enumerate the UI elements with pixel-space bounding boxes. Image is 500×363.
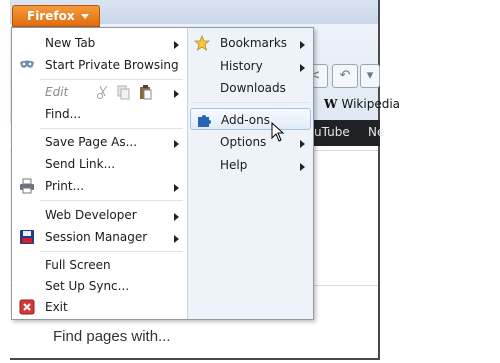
- menu-item-set-up-sync[interactable]: Set Up Sync...: [12, 275, 187, 297]
- menu-item-label: Find...: [45, 107, 82, 121]
- scissors-icon: [97, 85, 108, 99]
- menu-item-label: New Tab: [45, 36, 96, 50]
- submenu-arrow-icon: [174, 235, 179, 243]
- menu-item-find[interactable]: Find...: [12, 103, 187, 125]
- menu-item-label: Save Page As...: [45, 135, 138, 149]
- cursor-icon: [271, 121, 285, 146]
- menu-left-column: New Tab Start Private Browsing Edit Find…: [12, 28, 187, 319]
- menu-item-label: Options: [220, 135, 267, 149]
- next-tab[interactable]: Ne: [368, 125, 384, 139]
- menu-item-label: Downloads: [220, 81, 286, 95]
- mask-icon: [19, 57, 35, 73]
- youtube-tab[interactable]: uTube: [314, 125, 350, 139]
- menu-separator: [40, 200, 183, 201]
- menu-item-label: Set Up Sync...: [45, 279, 130, 293]
- submenu-arrow-icon: [300, 64, 305, 72]
- menu-item-add-ons[interactable]: Add-ons: [190, 108, 311, 130]
- submenu-arrow-icon: [174, 184, 179, 192]
- menu-right-column: Bookmarks History Downloads Add-ons Opti…: [187, 28, 313, 319]
- menu-separator: [40, 79, 183, 80]
- menu-item-label: Bookmarks: [220, 36, 288, 50]
- submenu-arrow-icon: [300, 41, 305, 49]
- menu-item-full-screen[interactable]: Full Screen: [12, 254, 187, 276]
- menu-item-print[interactable]: Print...: [12, 175, 187, 197]
- edit-tools-icons: [96, 84, 158, 104]
- dropdown-button[interactable]: ▾: [360, 64, 380, 88]
- menu-item-new-tab[interactable]: New Tab: [12, 32, 187, 54]
- menu-item-save-page[interactable]: Save Page As...: [12, 131, 187, 153]
- firefox-menu: New Tab Start Private Browsing Edit Find…: [11, 27, 314, 320]
- menu-item-label: Add-ons: [221, 113, 270, 127]
- menu-item-web-developer[interactable]: Web Developer: [12, 204, 187, 226]
- menu-item-bookmarks[interactable]: Bookmarks: [188, 32, 313, 54]
- menu-item-label: Start Private Browsing: [45, 58, 179, 72]
- submenu-arrow-icon: [174, 41, 179, 49]
- firefox-menu-button[interactable]: Firefox: [12, 5, 100, 27]
- menu-item-label: Help: [220, 158, 248, 172]
- dark-tab-strip: uTube Ne: [310, 120, 384, 146]
- submenu-arrow-icon: [174, 213, 179, 221]
- menu-item-help[interactable]: Help: [188, 154, 313, 176]
- wikipedia-icon: W: [324, 97, 338, 111]
- menu-item-send-link[interactable]: Send Link...: [12, 153, 187, 175]
- menu-item-label: Full Screen: [45, 258, 111, 272]
- menu-item-history[interactable]: History: [188, 55, 313, 77]
- puzzle-icon: [196, 112, 212, 128]
- undo-button[interactable]: ↶: [332, 64, 358, 88]
- submenu-arrow-icon: [300, 163, 305, 171]
- find-pages-text: Find pages with...: [53, 328, 171, 345]
- menu-item-label: Session Manager: [45, 230, 148, 244]
- menu-separator: [40, 251, 183, 252]
- firefox-button-label: Firefox: [27, 9, 75, 23]
- submenu-arrow-icon: [174, 140, 179, 148]
- dropdown-arrow-icon: [81, 14, 89, 19]
- submenu-arrow-icon: [174, 90, 179, 98]
- paste-icon: [140, 85, 152, 100]
- menu-item-downloads[interactable]: Downloads: [188, 77, 313, 99]
- menu-item-label: Exit: [45, 300, 68, 314]
- menu-item-edit[interactable]: Edit: [12, 81, 187, 103]
- wikipedia-bookmark[interactable]: W Wikipedia: [324, 97, 400, 111]
- menu-item-label: Send Link...: [45, 157, 116, 171]
- menu-item-label: Edit: [45, 85, 69, 99]
- menu-separator: [192, 102, 309, 103]
- floppy-icon: [19, 229, 35, 245]
- menu-item-session-manager[interactable]: Session Manager: [12, 226, 187, 248]
- submenu-arrow-icon: [300, 140, 305, 148]
- menu-separator: [40, 128, 183, 129]
- menu-item-options[interactable]: Options: [188, 131, 313, 153]
- close-red-icon: [19, 299, 35, 315]
- printer-icon: [19, 178, 35, 194]
- copy-icon: [117, 85, 130, 100]
- star-icon: [193, 34, 211, 51]
- menu-item-label: History: [220, 59, 263, 73]
- menu-item-exit[interactable]: Exit: [12, 296, 187, 318]
- menu-item-label: Web Developer: [45, 208, 137, 222]
- menu-item-private-browsing[interactable]: Start Private Browsing: [12, 54, 187, 76]
- menu-item-label: Print...: [45, 179, 85, 193]
